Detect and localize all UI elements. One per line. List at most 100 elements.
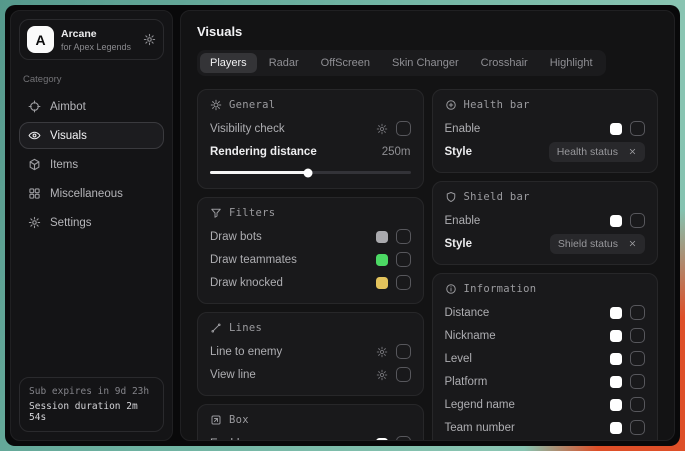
setting-row: View line [210, 364, 411, 385]
card-information: InformationDistanceNicknameLevelPlatform… [432, 273, 659, 441]
setting-row: Draw bots [210, 226, 411, 247]
box-icon [210, 414, 222, 426]
checkbox[interactable] [630, 328, 645, 343]
checkbox[interactable] [396, 367, 411, 382]
close-icon[interactable] [628, 147, 637, 156]
tab-players[interactable]: Players [200, 53, 257, 73]
row-controls [376, 229, 411, 244]
main-panel: Visuals PlayersRadarOffScreenSkin Change… [180, 10, 675, 441]
slider-thumb[interactable] [304, 168, 313, 177]
checkbox[interactable] [630, 351, 645, 366]
setting-row: Nickname [445, 325, 646, 346]
checkbox[interactable] [630, 121, 645, 136]
setting-label: Level [445, 353, 473, 365]
sidebar-item-miscellaneous[interactable]: Miscellaneous [19, 180, 164, 207]
column-left: General Visibility check Rendering distanc… [197, 89, 424, 441]
row-controls [376, 436, 411, 441]
setting-label: Line to enemy [210, 346, 282, 358]
color-swatch[interactable] [610, 353, 622, 365]
setting-label: Enable [210, 438, 246, 442]
row-controls: 250m [382, 146, 411, 158]
settings-gear-icon[interactable] [143, 33, 156, 46]
close-icon[interactable] [628, 239, 637, 248]
tab-bar: PlayersRadarOffScreenSkin ChangerCrossha… [197, 50, 606, 76]
gear-icon[interactable] [376, 346, 388, 358]
app-window: A Arcane for Apex Legends Category Aimbo… [5, 5, 680, 446]
line-icon [210, 322, 222, 334]
color-swatch[interactable] [376, 231, 388, 243]
card-header: Lines [210, 322, 411, 334]
tab-crosshair[interactable]: Crosshair [471, 53, 538, 73]
checkbox[interactable] [396, 344, 411, 359]
tab-radar[interactable]: Radar [259, 53, 309, 73]
checkbox[interactable] [396, 252, 411, 267]
sidebar-item-items[interactable]: Items [19, 151, 164, 178]
checkbox[interactable] [630, 397, 645, 412]
card-lines: Lines Line to enemy View line [197, 312, 424, 396]
checkbox[interactable] [630, 213, 645, 228]
color-swatch[interactable] [610, 307, 622, 319]
checkbox[interactable] [396, 275, 411, 290]
gear-icon [28, 216, 41, 229]
page-title: Visuals [197, 24, 658, 39]
sidebar-item-settings[interactable]: Settings [19, 209, 164, 236]
checkbox[interactable] [396, 229, 411, 244]
style-select[interactable]: Health status [549, 142, 645, 162]
checkbox[interactable] [396, 121, 411, 136]
setting-row: Line to enemy [210, 341, 411, 362]
setting-label: Nickname [445, 330, 496, 342]
session-duration-text: Session duration 2m 54s [29, 401, 154, 423]
color-swatch[interactable] [610, 376, 622, 388]
setting-label: Draw knocked [210, 277, 283, 289]
setting-row: Draw teammates [210, 249, 411, 270]
style-select-value: Health status [557, 146, 618, 158]
tab-offscreen[interactable]: OffScreen [311, 53, 380, 73]
setting-row: StyleShield status [445, 233, 646, 254]
checkbox[interactable] [396, 436, 411, 441]
row-controls: Shield status [550, 234, 645, 254]
style-select[interactable]: Shield status [550, 234, 645, 254]
color-swatch[interactable] [376, 254, 388, 266]
setting-row: Team number [445, 417, 646, 438]
checkbox[interactable] [630, 305, 645, 320]
sidebar-item-aimbot[interactable]: Aimbot [19, 93, 164, 120]
app-header-card: A Arcane for Apex Legends [19, 19, 164, 60]
tab-highlight[interactable]: Highlight [540, 53, 603, 73]
card-title: Filters [229, 207, 275, 219]
funnel-icon [210, 207, 222, 219]
color-swatch[interactable] [610, 422, 622, 434]
card-header: Box [210, 414, 411, 426]
sidebar-item-label: Miscellaneous [50, 188, 123, 200]
card-header: Health bar [445, 99, 646, 111]
color-swatch[interactable] [610, 330, 622, 342]
setting-label: Enable [445, 215, 481, 227]
tab-skin-changer[interactable]: Skin Changer [382, 53, 469, 73]
setting-label: Rendering distance [210, 146, 317, 158]
color-swatch[interactable] [610, 215, 622, 227]
cards-area: General Visibility check Rendering distanc… [197, 89, 658, 441]
eye-icon [28, 129, 41, 142]
info-icon [445, 283, 457, 295]
row-controls: Health status [549, 142, 645, 162]
gear-icon[interactable] [376, 369, 388, 381]
subscription-card: Sub expires in 9d 23h Session duration 2… [19, 377, 164, 432]
color-swatch[interactable] [376, 277, 388, 289]
setting-label: Legend name [445, 399, 515, 411]
setting-row: Distance [445, 302, 646, 323]
color-swatch[interactable] [610, 399, 622, 411]
checkbox[interactable] [630, 420, 645, 435]
column-right: Health barEnableStyleHealth statusShield… [432, 89, 659, 441]
row-controls [610, 420, 645, 435]
app-name: Arcane [61, 28, 136, 40]
shield-icon [445, 191, 457, 203]
checkbox[interactable] [630, 374, 645, 389]
slider-track[interactable] [210, 171, 411, 174]
card-title: Information [464, 283, 537, 295]
sidebar-item-visuals[interactable]: Visuals [19, 122, 164, 149]
color-swatch[interactable] [610, 123, 622, 135]
setting-row: Rendering distance 250m [210, 141, 411, 162]
gear-icon[interactable] [376, 123, 388, 135]
color-swatch[interactable] [376, 438, 388, 442]
setting-label: Visibility check [210, 123, 285, 135]
card-title: General [229, 99, 275, 111]
